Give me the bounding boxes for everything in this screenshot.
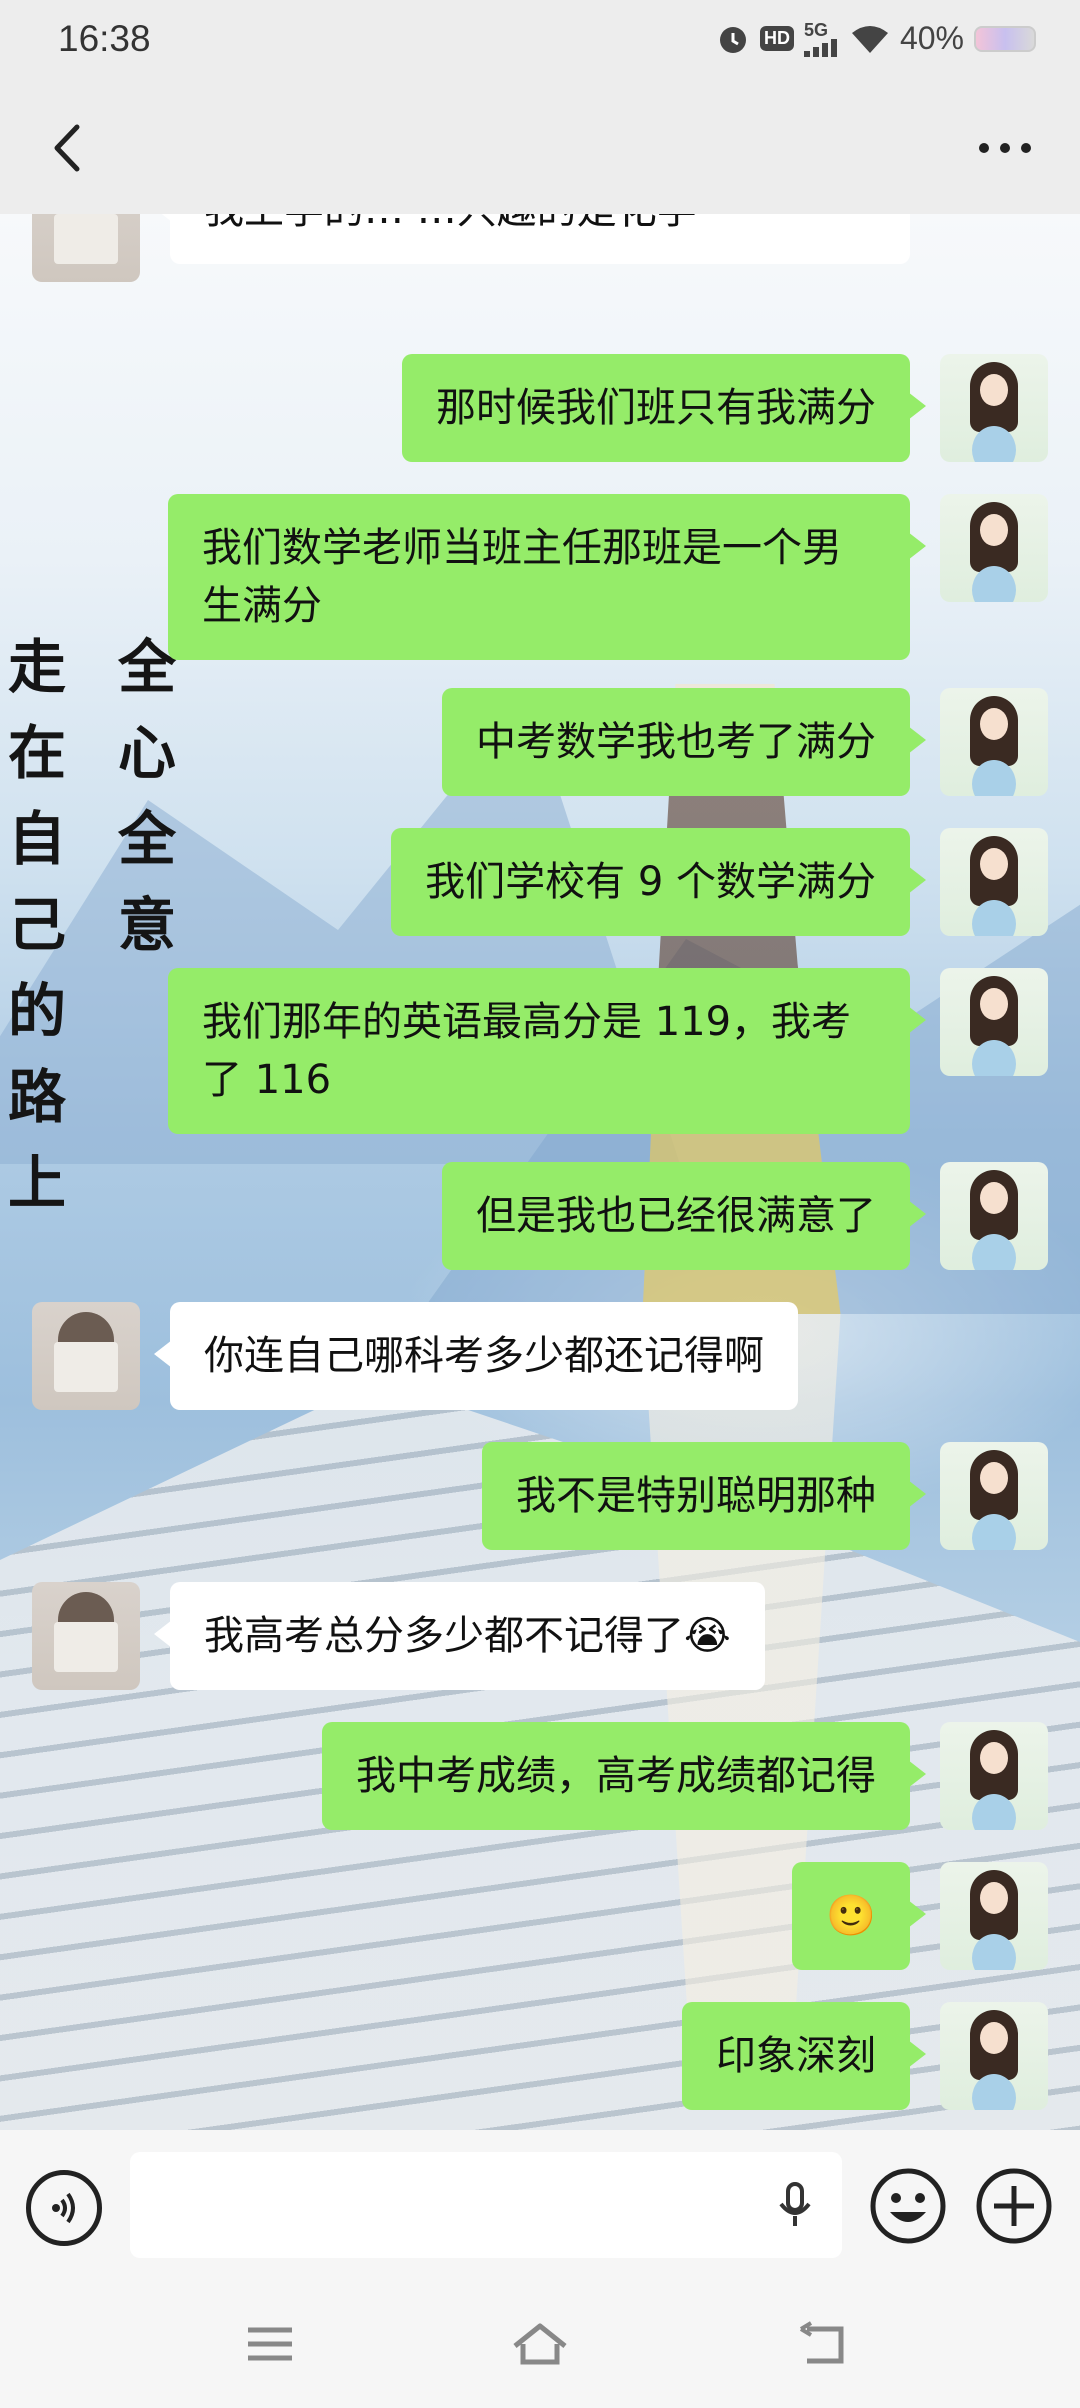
message-bubble[interactable]: 我中考成绩，高考成绩都记得 — [322, 1722, 926, 1830]
message-bubble[interactable]: 你连自己哪科考多少都还记得啊 — [154, 1302, 798, 1410]
back-icon — [799, 2321, 844, 2364]
voice-icon — [52, 2192, 75, 2224]
message-bubble[interactable]: 那时候我们班只有我满分 — [402, 354, 926, 462]
calligraphy-char: 自 — [7, 805, 66, 873]
message-bubble[interactable]: 中考数学我也考了满分 — [442, 688, 926, 796]
voice-button[interactable] — [26, 2170, 102, 2246]
wallpaper-calligraphy-left: 走 在 自 己 的 路 上 — [2, 624, 72, 1226]
wifi-icon — [850, 23, 890, 55]
calligraphy-char: 走 — [7, 633, 66, 701]
my-avatar[interactable] — [940, 1722, 1048, 1830]
network-label: 5G — [803, 19, 828, 40]
chat-area[interactable]: 走 在 自 己 的 路 上 全 心 全 意 我上学的… …兴趣的是化学 那时候我… — [0, 214, 1080, 2130]
nav-back-button[interactable] — [792, 2312, 856, 2376]
calligraphy-char: 在 — [7, 719, 66, 787]
contact-avatar[interactable] — [32, 214, 140, 282]
status-bar: 16:38 HD 5G 40% — [0, 0, 1080, 82]
calligraphy-char: 全 — [117, 805, 176, 873]
emoji-button[interactable] — [868, 2166, 948, 2246]
message-bubble[interactable]: 但是我也已经很满意了 — [442, 1162, 926, 1270]
recents-button[interactable] — [238, 2312, 302, 2376]
plus-icon — [976, 2168, 1052, 2244]
mic-button[interactable] — [772, 2182, 818, 2228]
signal-icon: 5G — [803, 19, 840, 57]
chat-header — [0, 82, 1080, 214]
message-bubble[interactable]: 我不是特别聪明那种 — [482, 1442, 926, 1550]
my-avatar[interactable] — [940, 968, 1048, 1076]
calligraphy-char: 路 — [7, 1063, 66, 1131]
battery-percent: 40% — [899, 20, 964, 56]
my-avatar[interactable] — [940, 828, 1048, 936]
more-dots-icon — [979, 143, 1031, 153]
contact-avatar[interactable] — [32, 1302, 140, 1410]
message-bubble[interactable]: 🙂 — [792, 1862, 926, 1970]
message-bubble[interactable]: 我高考总分多少都不记得了😭 — [154, 1582, 765, 1690]
contact-avatar[interactable] — [32, 1582, 140, 1690]
wallpaper-calligraphy-right: 全 心 全 意 — [112, 624, 182, 968]
calligraphy-char: 心 — [117, 719, 176, 787]
message-bubble[interactable]: 我上学的… …兴趣的是化学 — [154, 214, 910, 264]
message-bubble[interactable]: 印象深刻 — [682, 2002, 926, 2110]
input-bar — [0, 2130, 1080, 2280]
my-avatar[interactable] — [940, 354, 1048, 462]
status-time: 16:38 — [58, 18, 151, 59]
calligraphy-char: 己 — [7, 891, 66, 959]
my-avatar[interactable] — [940, 1442, 1048, 1550]
message-input[interactable] — [130, 2152, 842, 2258]
message-bubble[interactable]: 我们数学老师当班主任那班是一个男生满分 — [168, 494, 926, 660]
hd-icon: HD — [759, 26, 794, 51]
my-avatar[interactable] — [940, 688, 1048, 796]
my-avatar[interactable] — [940, 1162, 1048, 1270]
home-icon — [513, 2323, 567, 2365]
emoji-icon — [870, 2168, 946, 2244]
calligraphy-char: 意 — [117, 891, 176, 959]
my-avatar[interactable] — [940, 1862, 1048, 1970]
back-button[interactable] — [36, 118, 96, 178]
status-icons: HD 5G 40% — [716, 20, 1036, 57]
plus-button[interactable] — [974, 2166, 1054, 2246]
menu-icon — [248, 2327, 292, 2361]
my-avatar[interactable] — [940, 2002, 1048, 2110]
message-bubble[interactable]: 我们学校有 9 个数学满分 — [391, 828, 926, 936]
calligraphy-char: 的 — [7, 977, 66, 1045]
mic-icon — [779, 2182, 811, 2226]
my-avatar[interactable] — [940, 494, 1048, 602]
battery-icon — [974, 25, 1036, 52]
message-bubble[interactable]: 我们那年的英语最高分是 119，我考了 116 — [168, 968, 926, 1134]
chevron-left-icon — [54, 124, 80, 172]
system-nav-bar — [0, 2280, 1080, 2408]
more-button[interactable] — [970, 118, 1040, 178]
calligraphy-char: 上 — [7, 1149, 66, 1217]
alarm-icon — [716, 22, 750, 56]
home-button[interactable] — [508, 2312, 572, 2376]
